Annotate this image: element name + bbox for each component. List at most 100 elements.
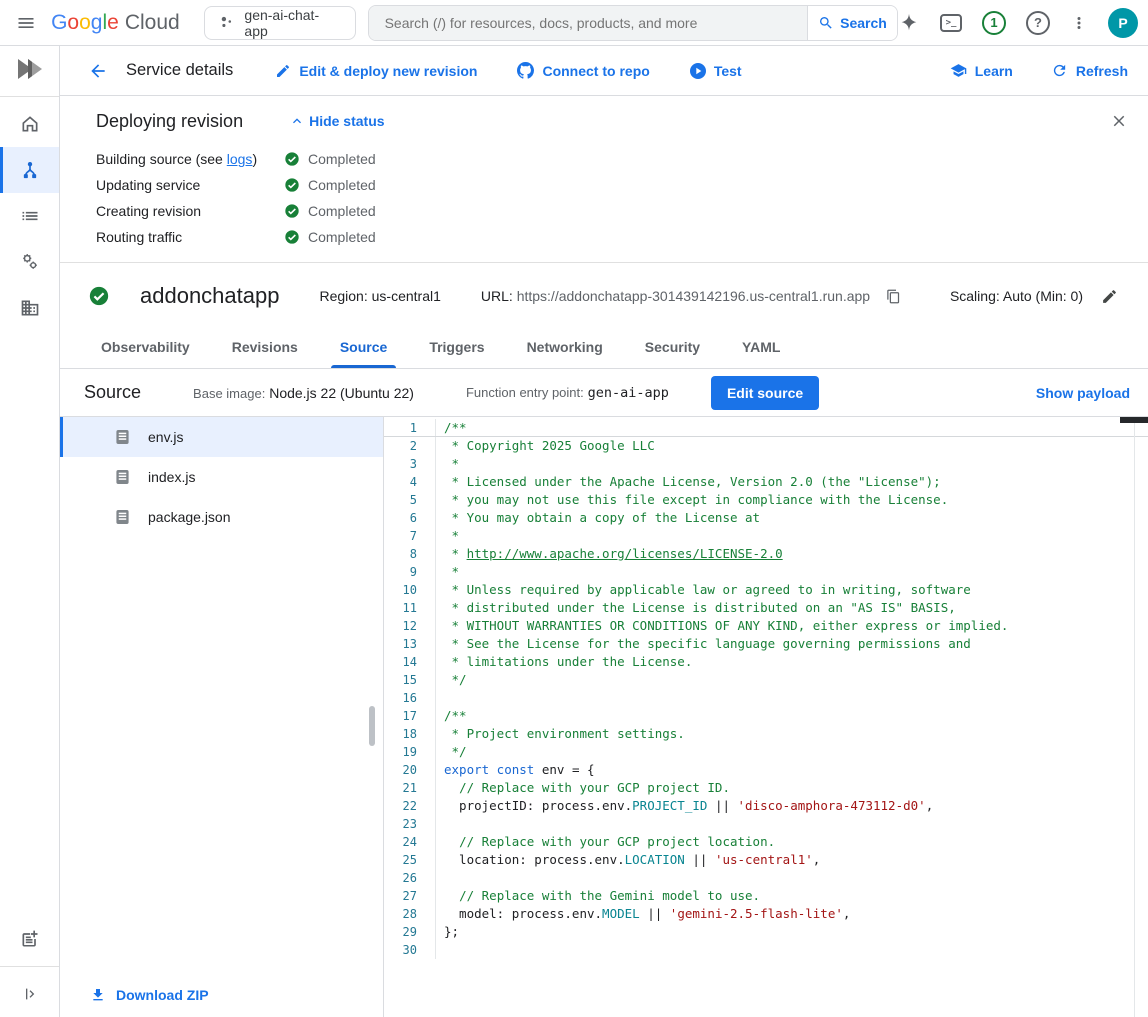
line-number: 29 xyxy=(384,923,436,941)
google-letter: o xyxy=(67,11,79,34)
code-token: * distributed under the License is distr… xyxy=(444,600,956,615)
search-field[interactable] xyxy=(369,6,807,40)
code-editor[interactable]: 1/**2 * Copyright 2025 Google LLC3 *4 * … xyxy=(384,417,1148,1017)
code-text: * See the License for the specific langu… xyxy=(436,635,971,653)
entry-point: Function entry point: gen-ai-app xyxy=(466,384,669,401)
refresh-button[interactable]: Refresh xyxy=(1051,62,1128,79)
sidebar-item-cloud-run[interactable] xyxy=(0,147,59,193)
code-line: 7 * xyxy=(384,527,1148,545)
release-notes-button[interactable] xyxy=(0,916,59,962)
notifications-count-badge[interactable]: 1 xyxy=(982,11,1006,35)
help-icon[interactable]: ? xyxy=(1026,11,1050,35)
status-row: Updating serviceCompleted xyxy=(96,172,1128,198)
editor-scrollbar-thumb[interactable] xyxy=(1120,417,1148,423)
service-ok-icon xyxy=(88,285,110,307)
entry-point-value: gen-ai-app xyxy=(588,385,669,401)
sidebar-item-settings[interactable] xyxy=(0,239,59,285)
line-number: 10 xyxy=(384,581,436,599)
code-token: export const xyxy=(444,762,534,777)
url-value: https://addonchatapp-301439142196.us-cen… xyxy=(517,288,870,304)
status-row: Routing trafficCompleted xyxy=(96,224,1128,250)
project-picker[interactable]: gen-ai-chat-app xyxy=(204,6,356,40)
tab-security[interactable]: Security xyxy=(624,325,721,368)
edit-scaling-button[interactable] xyxy=(1101,288,1118,305)
test-button[interactable]: Test xyxy=(690,63,742,79)
tab-observability[interactable]: Observability xyxy=(80,325,211,368)
sidebar-item-home[interactable] xyxy=(0,101,59,147)
release-notes-icon xyxy=(20,929,40,949)
edit-deploy-button[interactable]: Edit & deploy new revision xyxy=(275,63,477,79)
code-text: // Replace with your GCP project locatio… xyxy=(436,833,775,851)
google-letter: g xyxy=(91,11,103,34)
code-text xyxy=(436,815,444,833)
file-item-index.js[interactable]: index.js xyxy=(60,457,383,497)
tab-yaml[interactable]: YAML xyxy=(721,325,801,368)
rail-divider xyxy=(0,96,59,97)
code-line: 2 * Copyright 2025 Google LLC xyxy=(384,437,1148,455)
file-name: package.json xyxy=(148,509,231,525)
github-icon xyxy=(517,62,534,79)
code-token: projectID: process.env. xyxy=(444,798,632,813)
line-number: 25 xyxy=(384,851,436,869)
code-text: * http://www.apache.org/licenses/LICENSE… xyxy=(436,545,783,563)
code-text: /** xyxy=(436,419,467,436)
help-glyph: ? xyxy=(1034,15,1042,30)
copy-icon xyxy=(886,289,901,304)
connect-repo-button[interactable]: Connect to repo xyxy=(517,62,649,79)
gemini-sparkle-icon[interactable] xyxy=(898,12,920,34)
code-token: * Project environment settings. xyxy=(444,726,685,741)
hide-status-toggle[interactable]: Hide status xyxy=(289,113,384,129)
file-item-package.json[interactable]: package.json xyxy=(60,497,383,537)
tab-revisions[interactable]: Revisions xyxy=(211,325,319,368)
menu-icon[interactable] xyxy=(0,0,51,46)
search-input[interactable] xyxy=(383,14,793,32)
expand-panel-button[interactable] xyxy=(0,971,59,1017)
editor-scrollbar-track xyxy=(1134,417,1135,1017)
global-search: Search xyxy=(368,5,898,41)
refresh-label: Refresh xyxy=(1076,63,1128,79)
cloud-run-logo[interactable] xyxy=(0,46,59,92)
tab-triggers[interactable]: Triggers xyxy=(408,325,505,368)
code-token: // Replace with your GCP project locatio… xyxy=(459,834,775,849)
show-payload-link[interactable]: Show payload xyxy=(1036,385,1130,401)
code-token: }; xyxy=(444,924,459,939)
code-token: || xyxy=(685,852,715,867)
file-item-env.js[interactable]: env.js xyxy=(60,417,383,457)
tab-source[interactable]: Source xyxy=(319,325,408,368)
more-vert-icon[interactable] xyxy=(1070,14,1088,32)
code-token: , xyxy=(813,852,821,867)
copy-url-button[interactable] xyxy=(886,289,901,304)
file-icon xyxy=(115,509,130,525)
line-number: 2 xyxy=(384,437,436,455)
code-token: // Replace with the Gemini model to use. xyxy=(459,888,760,903)
service-toolbar: Service details Edit & deploy new revisi… xyxy=(60,46,1148,96)
line-number: 17 xyxy=(384,707,436,725)
code-line: 5 * you may not use this file except in … xyxy=(384,491,1148,509)
avatar[interactable]: P xyxy=(1108,8,1138,38)
sidebar-item-list[interactable] xyxy=(0,193,59,239)
edit-source-button[interactable]: Edit source xyxy=(711,376,819,410)
sidebar-item-organization[interactable] xyxy=(0,285,59,331)
deploy-status-panel: Deploying revision Hide status Building … xyxy=(60,96,1148,263)
download-zip-button[interactable]: Download ZIP xyxy=(90,987,209,1003)
back-button[interactable] xyxy=(88,61,108,81)
line-number: 11 xyxy=(384,599,436,617)
code-token: location: process.env. xyxy=(444,852,625,867)
google-letter: G xyxy=(51,11,67,34)
logs-link[interactable]: logs xyxy=(227,151,253,167)
code-token: * See the License for the specific langu… xyxy=(444,636,971,651)
file-panel-scrollbar[interactable] xyxy=(369,706,375,746)
url-label: URL: xyxy=(481,288,513,304)
status-step-state: Completed xyxy=(284,203,376,219)
service-name: addonchatapp xyxy=(140,283,279,309)
code-token: /** xyxy=(444,708,467,723)
code-line: 25 location: process.env.LOCATION || 'us… xyxy=(384,851,1148,869)
learn-button[interactable]: Learn xyxy=(950,62,1013,79)
tab-networking[interactable]: Networking xyxy=(506,325,624,368)
notification-count: 1 xyxy=(990,15,997,30)
close-icon[interactable] xyxy=(1110,112,1128,130)
search-button[interactable]: Search xyxy=(807,6,897,40)
code-line: 27 // Replace with the Gemini model to u… xyxy=(384,887,1148,905)
cloud-shell-icon[interactable]: >_ xyxy=(940,14,962,32)
code-token: PROJECT_ID xyxy=(632,798,707,813)
